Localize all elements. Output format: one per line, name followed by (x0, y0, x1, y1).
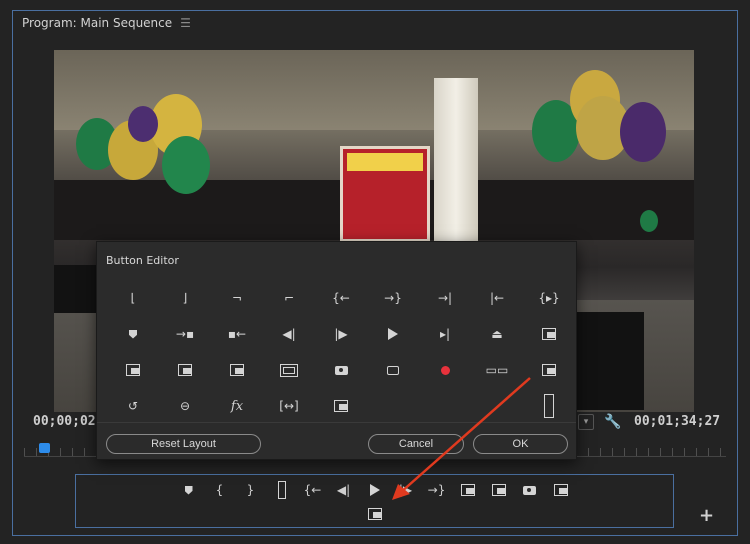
annotation-arrow (392, 377, 531, 500)
